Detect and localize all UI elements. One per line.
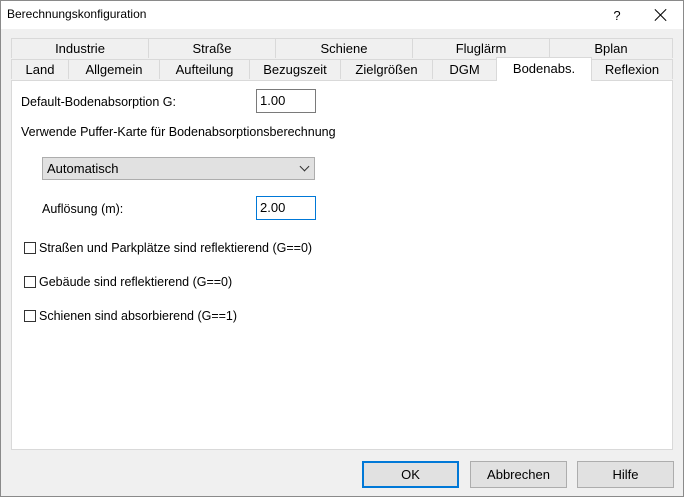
- tab-panel-bodenabs: Default-Bodenabsorption G: 1.00 Verwende…: [11, 80, 673, 450]
- checkbox-box[interactable]: [24, 310, 36, 322]
- tab-label: DGM: [449, 62, 480, 77]
- tab-label: Bodenabs.: [512, 61, 576, 76]
- checkbox-box[interactable]: [24, 276, 36, 288]
- tab-label: Bezugszeit: [263, 62, 327, 77]
- tab-label: Land: [25, 62, 55, 77]
- tab-dgm[interactable]: DGM: [432, 59, 497, 79]
- default-absorption-label: Default-Bodenabsorption G:: [21, 95, 176, 109]
- tab-label: Schiene: [320, 41, 368, 56]
- checkbox-label: Schienen sind absorbierend (G==1): [39, 309, 238, 323]
- help-title-button[interactable]: ?: [597, 1, 637, 29]
- tab-fluglaerm[interactable]: Fluglärm: [412, 38, 550, 58]
- checkbox-rails-absorbing[interactable]: Schienen sind absorbierend (G==1): [24, 309, 237, 323]
- buffer-mode-value: Automatisch: [47, 161, 119, 176]
- tab-industrie[interactable]: Industrie: [11, 38, 149, 58]
- buffer-map-label: Verwende Puffer-Karte für Bodenabsorptio…: [21, 125, 336, 139]
- help-button[interactable]: Hilfe: [577, 461, 674, 488]
- tab-strasse[interactable]: Straße: [148, 38, 276, 58]
- checkbox-label: Straßen und Parkplätze sind reflektieren…: [39, 241, 313, 255]
- default-absorption-input[interactable]: 1.00: [256, 89, 316, 113]
- checkbox-label: Gebäude sind reflektierend (G==0): [39, 275, 233, 289]
- help-icon: ?: [613, 7, 621, 23]
- tab-label: Aufteilung: [175, 62, 234, 77]
- tab-label: Reflexion: [604, 62, 660, 77]
- tab-label: Zielgrößen: [355, 62, 418, 77]
- window-title: Berechnungskonfiguration: [7, 7, 147, 21]
- tab-label: Bplan: [594, 41, 628, 56]
- tab-zielgroessen[interactable]: Zielgrößen: [340, 59, 433, 79]
- tab-bezugszeit[interactable]: Bezugszeit: [249, 59, 341, 79]
- tab-reflexion[interactable]: Reflexion: [591, 59, 673, 79]
- checkbox-box[interactable]: [24, 242, 36, 254]
- close-icon: [655, 9, 667, 21]
- tab-label: Industrie: [55, 41, 105, 56]
- title-bar: Berechnungskonfiguration ?: [1, 1, 683, 29]
- tab-schiene[interactable]: Schiene: [275, 38, 413, 58]
- tab-allgemein[interactable]: Allgemein: [68, 59, 160, 79]
- tab-label: Allgemein: [85, 62, 143, 77]
- close-button[interactable]: [641, 1, 681, 29]
- resolution-input[interactable]: 2.00: [256, 196, 316, 220]
- tab-land[interactable]: Land: [11, 59, 69, 79]
- chevron-down-icon: [299, 161, 310, 172]
- tab-label: Straße: [192, 41, 232, 56]
- checkbox-buildings-reflective[interactable]: Gebäude sind reflektierend (G==0): [24, 275, 232, 289]
- checkbox-streets-reflective[interactable]: Straßen und Parkplätze sind reflektieren…: [24, 241, 312, 255]
- tab-label: Fluglärm: [455, 41, 507, 56]
- dialog-window: Berechnungskonfiguration ? Industrie Str…: [0, 0, 684, 497]
- buffer-mode-select[interactable]: Automatisch: [42, 157, 315, 180]
- cancel-button[interactable]: Abbrechen: [470, 461, 567, 488]
- resolution-label: Auflösung (m):: [42, 202, 124, 216]
- tab-aufteilung[interactable]: Aufteilung: [159, 59, 250, 79]
- tab-bplan[interactable]: Bplan: [549, 38, 673, 58]
- ok-button[interactable]: OK: [362, 461, 459, 488]
- tab-bodenabs[interactable]: Bodenabs.: [496, 57, 592, 81]
